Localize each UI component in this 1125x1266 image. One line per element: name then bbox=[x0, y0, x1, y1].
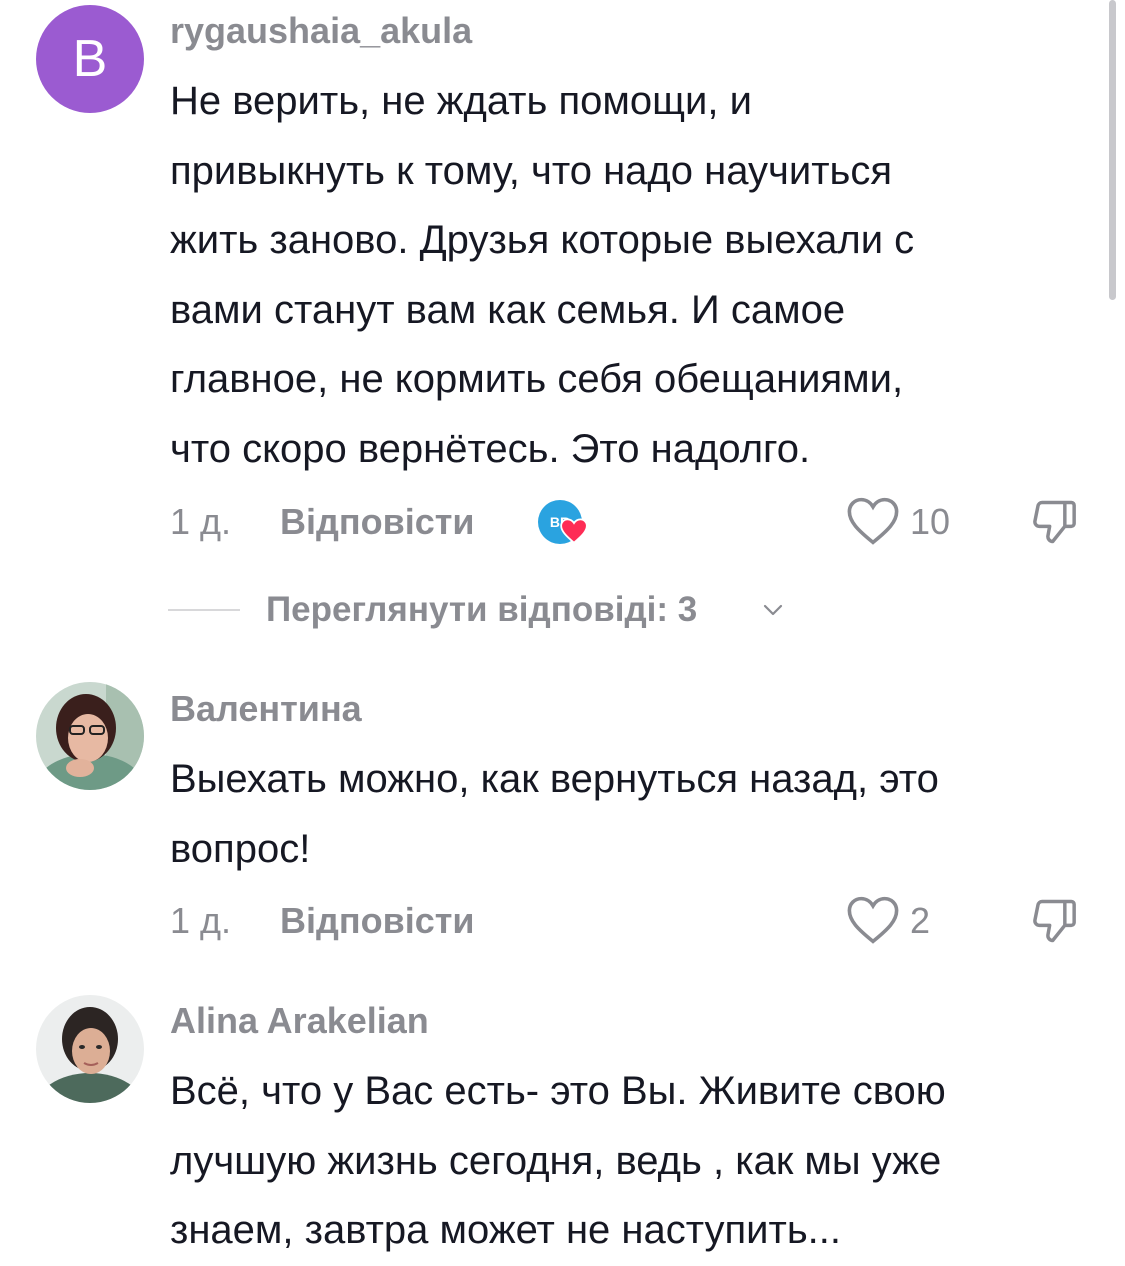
avatar-photo bbox=[36, 682, 144, 790]
comment-text-line: жить заново. Друзья которые выехали с bbox=[170, 218, 915, 262]
view-replies-button[interactable]: Переглянути відповіді: 3 bbox=[168, 580, 868, 640]
comment-time: 1 д. bbox=[170, 501, 232, 542]
comment-text-line: Всё, что у Вас есть- это Вы. Живите свою bbox=[170, 1069, 946, 1113]
comment-text-line: главное, не кормить себя обещаниями, bbox=[170, 357, 904, 401]
view-replies-label: Переглянути відповіді: 3 bbox=[266, 590, 698, 629]
like-count: 10 bbox=[910, 501, 951, 542]
comment-text-line: что скоро вернётесь. Это надолго. bbox=[170, 426, 811, 471]
comment-text: Не верить, не ждать помощи, и привыкнуть… bbox=[170, 67, 1090, 484]
chevron-down-icon bbox=[763, 604, 783, 616]
avatar[interactable] bbox=[36, 682, 144, 790]
comment-text-line: Выехать можно, как вернуться назад, это bbox=[170, 757, 939, 801]
avatar[interactable]: B bbox=[36, 5, 144, 113]
comment-text-line: привыкнуть к тому, что надо научиться bbox=[170, 148, 893, 193]
comment-text-line: вами станут вам как семья. И самое bbox=[170, 287, 846, 332]
comment-text: Всё, что у Вас есть- это Вы. Живите свою… bbox=[170, 1057, 1090, 1266]
comment-username[interactable]: Валентина bbox=[170, 688, 362, 730]
comment-text-line: лучшую жизнь сегодня, ведь , как мы уже bbox=[170, 1138, 942, 1183]
avatar-photo bbox=[36, 995, 144, 1103]
reply-button[interactable]: Відповісти bbox=[280, 891, 475, 951]
like-count: 2 bbox=[910, 900, 931, 941]
heart-icon bbox=[560, 518, 588, 544]
comment-text-line: вопрос! bbox=[170, 826, 311, 871]
heart-outline-icon[interactable] bbox=[846, 496, 900, 546]
avatar[interactable] bbox=[36, 995, 144, 1103]
thumbs-down-icon[interactable] bbox=[1028, 496, 1080, 548]
thumbs-down-icon[interactable] bbox=[1028, 895, 1080, 947]
comment-text-line: знаем, завтра может не наступить... bbox=[170, 1208, 841, 1252]
comment-meta: 1 д. Відповісти BR 10 bbox=[170, 492, 1090, 552]
divider bbox=[168, 609, 240, 611]
comment-time: 1 д. bbox=[170, 900, 232, 941]
comment-text: Выехать можно, как вернуться назад, это … bbox=[170, 745, 1090, 884]
comment-username[interactable]: rygaushaia_akula bbox=[170, 10, 472, 52]
scrollbar[interactable] bbox=[1109, 0, 1116, 300]
comment-meta: 1 д. Відповісти 2 bbox=[170, 891, 1090, 951]
comment-username[interactable]: Alina Arakelian bbox=[170, 1000, 429, 1042]
heart-outline-icon[interactable] bbox=[846, 895, 900, 945]
comment-text-line: Не верить, не ждать помощи, и bbox=[170, 79, 752, 123]
reply-button[interactable]: Відповісти bbox=[280, 492, 475, 552]
creator-liked-badge: BR bbox=[538, 500, 588, 544]
